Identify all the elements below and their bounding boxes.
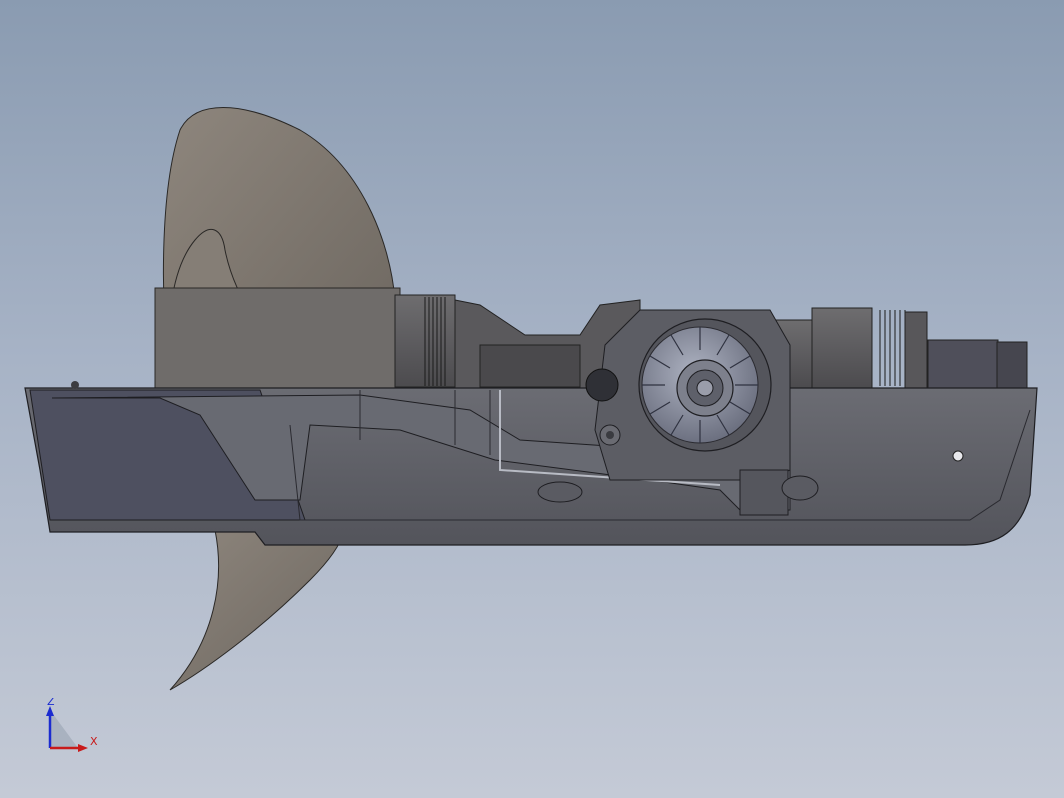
cad-model[interactable]: [0, 0, 1064, 798]
graphics-viewport[interactable]: Z X: [0, 0, 1064, 798]
shift-ball: [585, 368, 619, 402]
z-axis-label: Z: [47, 698, 55, 708]
x-axis-arrowhead-icon: [78, 744, 88, 752]
propeller-hub: [154, 287, 401, 389]
x-axis-label: X: [90, 735, 98, 748]
gearcase-housing[interactable]: [24, 381, 1038, 546]
axis-triad: Z X: [46, 698, 98, 752]
triad-plane: [50, 710, 78, 748]
propeller-blade-bottom: [169, 529, 346, 691]
